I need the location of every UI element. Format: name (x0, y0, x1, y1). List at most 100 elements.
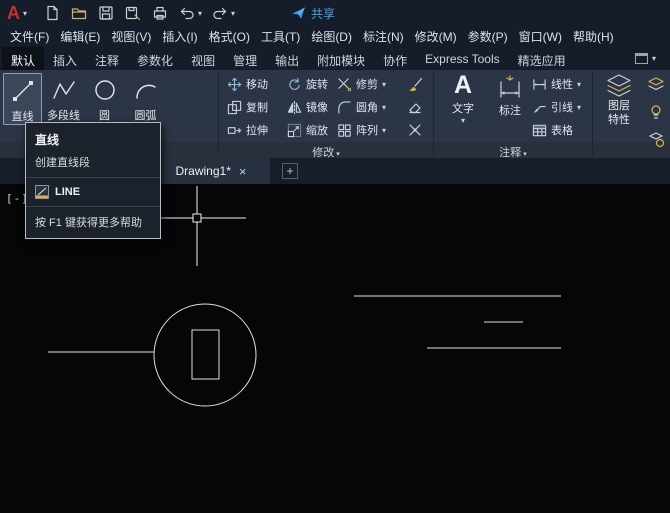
tool-label: 移动 (246, 79, 268, 91)
explode-button[interactable] (405, 120, 425, 140)
ribbon-tab-addins[interactable]: 附加模块 (308, 47, 374, 70)
plot-button[interactable] (151, 4, 169, 22)
trim-button[interactable]: 修剪 ▾ (337, 74, 386, 94)
fillet-icon (338, 100, 351, 114)
menu-parametric[interactable]: 参数(P) (468, 28, 508, 45)
tool-label: 标注 (499, 105, 521, 117)
printer-icon (153, 6, 167, 20)
arc-icon (135, 84, 156, 99)
dimension-icon (500, 75, 520, 98)
tool-label: 特性 (608, 114, 630, 126)
undo-dropdown-icon[interactable]: ▾ (198, 9, 202, 18)
stretch-button[interactable]: 拉伸 (227, 120, 268, 140)
layer-bulb-icon (651, 105, 661, 119)
ribbon-tab-express-tools[interactable]: Express Tools (416, 47, 508, 70)
ribbon-tab-parametric[interactable]: 参数化 (128, 47, 182, 70)
ribbon-tab-output[interactable]: 输出 (266, 47, 308, 70)
drawn-circle[interactable] (153, 303, 257, 407)
circle-tool-button[interactable]: 圆 (85, 73, 124, 125)
linear-dimension-button[interactable]: 线性 ▾ (532, 74, 581, 94)
ribbon-tab-manage[interactable]: 管理 (224, 47, 266, 70)
rotate-button[interactable]: 旋转 (287, 74, 328, 94)
erase-button[interactable] (405, 97, 425, 117)
open-file-button[interactable] (70, 4, 88, 22)
scale-icon (287, 123, 302, 137)
array-icon (338, 123, 351, 137)
layer-properties-button[interactable]: 图层 特性 (596, 73, 642, 127)
ribbon-display-toggle[interactable]: ▾ (634, 47, 656, 70)
menu-view[interactable]: 视图(V) (111, 28, 151, 45)
tooltip-divider (26, 177, 160, 178)
tool-label: 缩放 (306, 125, 328, 137)
polyline-tool-button[interactable]: 多段线 (44, 73, 83, 125)
new-file-button[interactable] (43, 4, 61, 22)
text-tool-button[interactable]: A 文字 ▾ (442, 72, 484, 125)
dropdown-icon[interactable]: ▾ (382, 126, 386, 135)
rotate-icon (289, 77, 300, 90)
modify-panel: 移动 旋转 修剪 ▾ 复制 镜像 圆角 ▾ 拉伸 缩放 阵列 ▾ 修改 ▾ (219, 70, 433, 159)
menu-help[interactable]: 帮助(H) (573, 28, 614, 45)
mirror-button[interactable]: 镜像 (287, 97, 328, 117)
tooltip-command: LINE (55, 186, 81, 198)
titlebar: A ▾ ▾ ▾ 共享 (0, 0, 670, 26)
tool-label: 圆 (99, 110, 110, 122)
close-tab-icon[interactable]: × (239, 164, 247, 179)
fillet-button[interactable]: 圆角 ▾ (337, 97, 386, 117)
match-properties-button[interactable] (405, 74, 425, 94)
array-button[interactable]: 阵列 ▾ (337, 120, 386, 140)
ribbon-tab-insert[interactable]: 插入 (44, 47, 86, 70)
plus-icon: + (286, 164, 294, 178)
dropdown-icon[interactable]: ▾ (382, 80, 386, 89)
dropdown-icon[interactable]: ▾ (461, 116, 465, 125)
menu-draw[interactable]: 绘图(D) (311, 28, 352, 45)
menu-insert[interactable]: 插入(I) (162, 28, 197, 45)
leader-button[interactable]: 引线 ▾ (532, 97, 581, 117)
dropdown-icon[interactable]: ▾ (577, 80, 581, 89)
menu-window[interactable]: 窗口(W) (519, 28, 562, 45)
layer-off-button[interactable] (645, 101, 667, 123)
menu-file[interactable]: 文件(F) (10, 28, 49, 45)
undo-button[interactable] (178, 4, 196, 22)
menu-tools[interactable]: 工具(T) (261, 28, 300, 45)
scale-button[interactable]: 缩放 (287, 120, 328, 140)
tool-label: 镜像 (306, 102, 328, 114)
ribbon-tab-featured-apps[interactable]: 精选应用 (509, 47, 575, 70)
save-icon (99, 6, 113, 20)
redo-button-group: ▾ (211, 4, 235, 22)
redo-button[interactable] (211, 4, 229, 22)
linear-dimension-icon (533, 78, 546, 90)
menu-dimension[interactable]: 标注(N) (363, 28, 404, 45)
tool-label: 复制 (246, 102, 268, 114)
share-button[interactable]: 共享 (291, 5, 335, 22)
drawing-tab-label: Drawing1* (175, 164, 231, 178)
ribbon-tab-collaborate[interactable]: 协作 (374, 47, 416, 70)
ribbon-tab-annotate[interactable]: 注释 (86, 47, 128, 70)
save-as-button[interactable] (124, 4, 142, 22)
app-menu-button[interactable]: A ▾ (7, 4, 27, 22)
line-tool-button[interactable]: 直线 (3, 73, 42, 125)
menu-modify[interactable]: 修改(M) (415, 28, 457, 45)
save-button[interactable] (97, 4, 115, 22)
ribbon-tab-bar: 默认 插入 注释 参数化 视图 管理 输出 附加模块 协作 Express To… (0, 47, 670, 70)
layers-panel: 图层 特性 (593, 70, 670, 158)
ribbon-tab-home[interactable]: 默认 (2, 47, 45, 70)
layer-state-button[interactable] (645, 74, 667, 96)
menu-edit[interactable]: 编辑(E) (60, 28, 100, 45)
leader-icon (534, 105, 546, 113)
dimension-tool-button[interactable]: 标注 (490, 74, 530, 118)
move-button[interactable]: 移动 (227, 74, 268, 94)
ribbon-tab-view[interactable]: 视图 (182, 47, 224, 70)
tool-label: 阵列 (356, 125, 378, 137)
redo-dropdown-icon[interactable]: ▾ (231, 9, 235, 18)
dropdown-icon[interactable]: ▾ (382, 103, 386, 112)
arc-tool-button[interactable]: 圆弧 (126, 73, 165, 125)
drawing-tab[interactable]: Drawing1* × (152, 158, 270, 184)
chevron-down-icon: ▾ (23, 8, 28, 18)
layer-isolate-button[interactable] (645, 128, 667, 150)
table-button[interactable]: 表格 (532, 120, 573, 140)
drawn-rectangle[interactable] (191, 329, 220, 380)
menu-format[interactable]: 格式(O) (209, 28, 250, 45)
new-drawing-tab-button[interactable]: + (282, 163, 298, 179)
copy-button[interactable]: 复制 (227, 97, 268, 117)
dropdown-icon[interactable]: ▾ (577, 103, 581, 112)
